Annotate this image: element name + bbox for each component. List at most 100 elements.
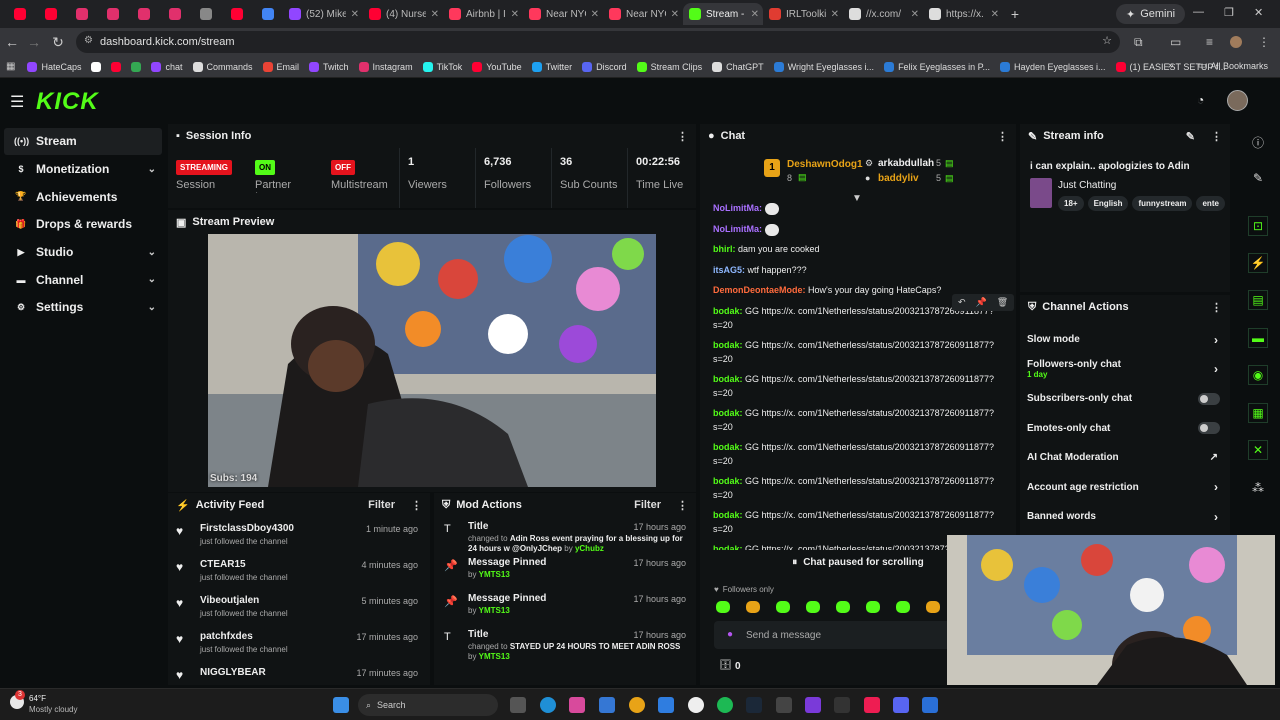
close-tab-icon[interactable]: ✕ xyxy=(831,9,839,20)
activity-item[interactable]: ♥ CTEAR15 just followed the channel 4 minut… xyxy=(168,553,430,589)
browser-tab[interactable] xyxy=(190,3,221,25)
chrome-icon[interactable] xyxy=(629,697,645,713)
channel-action-subscribers-only-chat[interactable]: Subscribers-only chat xyxy=(1020,384,1230,414)
bookmark-item[interactable] xyxy=(91,61,102,72)
maximize-icon[interactable]: ❐ xyxy=(1224,6,1234,19)
notifications-icon[interactable]: ◔ xyxy=(1197,93,1204,107)
emote-icon[interactable] xyxy=(926,601,940,613)
chevron-right-icon[interactable]: › xyxy=(1214,333,1218,347)
tiktok-icon[interactable] xyxy=(864,697,880,713)
store-icon[interactable] xyxy=(599,697,615,713)
chat-username[interactable]: bodak: xyxy=(713,306,743,316)
discord-icon[interactable] xyxy=(893,697,909,713)
activity-item[interactable]: ♥ Vibeoutjalen just followed the channel 5 … xyxy=(168,589,430,625)
close-tab-icon[interactable]: ✕ xyxy=(431,9,439,20)
sidebar-item-achievements[interactable]: 🏆 Achievements xyxy=(4,183,162,210)
kick-logo[interactable]: KICK xyxy=(36,88,99,116)
mod-action-user[interactable]: YMTS13 xyxy=(479,606,510,615)
extensions-icon[interactable]: ⧉ xyxy=(1134,35,1143,50)
bookmark-item[interactable]: HateCaps xyxy=(27,61,81,72)
browser-tab[interactable] xyxy=(35,3,66,25)
bookmark-item[interactable]: ChatGPT xyxy=(712,61,764,72)
edit-icon[interactable]: ✎ xyxy=(1248,168,1268,188)
channel-action-account-age-restriction[interactable]: Account age restriction › xyxy=(1020,473,1230,503)
channel-action-ai-chat-moderation[interactable]: AI Chat Moderation ↗ xyxy=(1020,443,1230,473)
chat-message[interactable]: bodak: GG https://x. com/1Netherless/sta… xyxy=(713,474,1003,502)
chat-username[interactable]: bodak: xyxy=(713,442,743,452)
share-icon[interactable]: ⁂ xyxy=(1248,478,1268,498)
browser-tab[interactable] xyxy=(97,3,128,25)
category-name[interactable]: Just Chatting xyxy=(1058,180,1116,191)
emote-icon[interactable] xyxy=(896,601,910,613)
sidebar-item-drops-rewards[interactable]: 🎁 Drops & rewards xyxy=(4,211,162,238)
bookmark-item[interactable]: Wright Eyeglasses i... xyxy=(773,61,874,72)
bookmark-item[interactable]: Hayden Eyeglasses i... xyxy=(999,61,1106,72)
menu-dots-icon[interactable]: ⋮ xyxy=(1258,35,1270,49)
chat-message[interactable]: bhirl: dam you are cooked xyxy=(713,242,1003,256)
chat-message[interactable]: bodak: GG https://x. com/1Netherless/sta… xyxy=(713,440,1003,468)
more-options-icon[interactable]: ⋮ xyxy=(677,499,688,512)
chat-message[interactable]: bodak: GG https://x. com/1Netherless/sta… xyxy=(713,406,1003,434)
reply-icon[interactable]: ↶ xyxy=(958,297,966,308)
top-gifter-name[interactable]: DeshawnOdog1 xyxy=(787,159,863,170)
chevron-right-icon[interactable]: › xyxy=(1214,510,1218,524)
browser-tab[interactable]: Near NYC ✕ xyxy=(523,3,603,25)
app-icon[interactable] xyxy=(922,697,938,713)
app-icon[interactable] xyxy=(834,697,850,713)
chat-icon[interactable]: ▬ xyxy=(1248,328,1268,348)
profile-avatar[interactable] xyxy=(1230,36,1242,48)
bookmark-item[interactable]: Commands xyxy=(192,61,253,72)
mod-action-item[interactable]: 📌 Message Pinned by YMTS13 17 hours ago xyxy=(434,553,696,589)
chat-username[interactable]: bodak: xyxy=(713,340,743,350)
browser-tab[interactable] xyxy=(66,3,97,25)
close-tab-icon[interactable]: ✕ xyxy=(351,9,359,20)
chat-message[interactable]: bodak: GG https://x. com/1Netherless/sta… xyxy=(713,372,1003,400)
channel-action-banned-words[interactable]: Banned words › xyxy=(1020,502,1230,532)
chat-input[interactable]: ● Send a message xyxy=(714,621,964,649)
chat-username[interactable]: NoLimitMa: xyxy=(713,224,762,234)
toggle-switch[interactable] xyxy=(1198,422,1220,435)
browser-tab[interactable]: Stream - I ✕ xyxy=(683,3,763,25)
pencil-icon[interactable]: ✎ xyxy=(1186,130,1195,143)
close-tab-icon[interactable]: ✕ xyxy=(751,9,759,20)
emote-picker-icon[interactable]: ● xyxy=(727,629,733,640)
browser-tab[interactable]: (4) Nurse ✕ xyxy=(363,3,443,25)
browser-tab[interactable] xyxy=(221,3,252,25)
sidebar-item-channel[interactable]: ▬ Channel ⌄ xyxy=(4,266,162,293)
close-tab-icon[interactable]: ✕ xyxy=(511,9,519,20)
bookmark-item[interactable] xyxy=(111,61,122,72)
toggle-switch[interactable] xyxy=(1198,392,1220,405)
sidebar-item-stream[interactable]: ((•)) Stream xyxy=(4,128,162,155)
close-tab-icon[interactable]: ✕ xyxy=(671,9,679,20)
more-bookmarks-icon[interactable]: » xyxy=(1168,60,1174,71)
activity-filter-button[interactable]: Filter xyxy=(368,499,395,512)
mod-action-user[interactable]: YMTS13 xyxy=(479,652,510,661)
browser-tab[interactable]: Near NYC ✕ xyxy=(603,3,683,25)
browser-tab[interactable]: https://x. ✕ xyxy=(923,3,1003,25)
external-link-icon[interactable]: ↗ xyxy=(1210,452,1218,463)
bookmark-star-icon[interactable]: ☆ xyxy=(1102,34,1112,47)
user-avatar[interactable] xyxy=(1227,90,1248,111)
stream-tag[interactable]: English xyxy=(1087,196,1129,211)
forward-icon[interactable]: → xyxy=(22,34,46,50)
sidebar-item-settings[interactable]: ⚙ Settings ⌄ xyxy=(4,294,162,321)
browser-tab[interactable]: Airbnb | I ✕ xyxy=(443,3,523,25)
bookmark-item[interactable]: Email xyxy=(262,61,299,72)
bookmark-item[interactable]: Instagram xyxy=(358,61,413,72)
close-tab-icon[interactable]: ✕ xyxy=(991,9,999,20)
reload-icon[interactable]: ↻ xyxy=(46,34,70,51)
stream-tag[interactable]: ente xyxy=(1196,196,1225,211)
gifter-name[interactable]: baddyliv xyxy=(878,173,919,184)
chevron-right-icon[interactable]: › xyxy=(1214,362,1218,376)
copilot-icon[interactable] xyxy=(569,697,585,713)
chat-message[interactable]: bodak: GG https://x. com/1Netherless/sta… xyxy=(713,338,1003,366)
app-icon[interactable] xyxy=(658,697,674,713)
info-icon[interactable]: ⓘ xyxy=(1248,132,1268,152)
emote-icon[interactable] xyxy=(866,601,880,613)
chat-message[interactable]: NoLimitMa: xyxy=(713,201,1003,215)
bookmark-item[interactable]: Twitter xyxy=(531,61,572,72)
spotify-icon[interactable] xyxy=(717,697,733,713)
chat-username[interactable]: bodak: xyxy=(713,374,743,384)
browser-tab[interactable] xyxy=(159,3,190,25)
browser-tab[interactable]: //x.com/ ✕ xyxy=(843,3,923,25)
